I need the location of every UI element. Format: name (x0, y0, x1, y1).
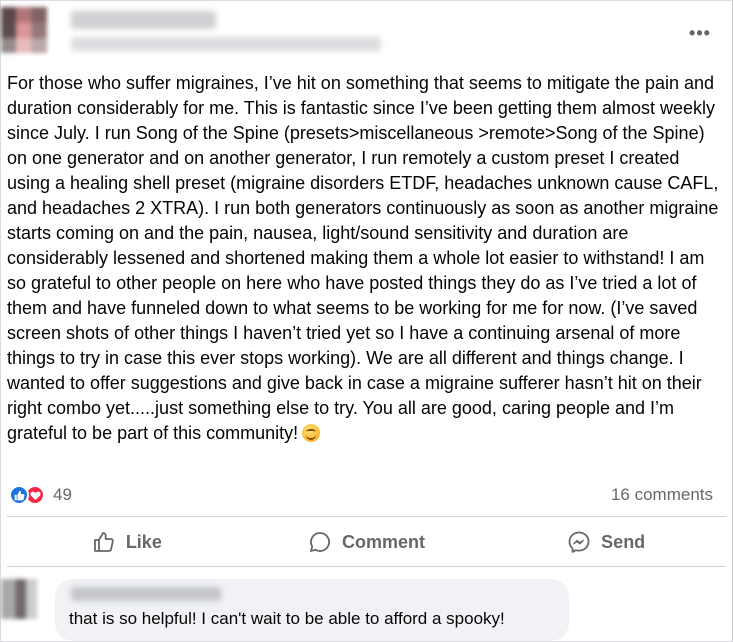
reaction-count: 49 (53, 485, 72, 504)
more-options-button[interactable]: ••• (682, 15, 718, 51)
messenger-icon (568, 531, 590, 553)
comment-text: that is so helpful! I can't wait to be a… (69, 609, 505, 628)
send-label: Send (601, 531, 646, 552)
comment-icon (310, 532, 330, 552)
thumbs-up-icon (93, 532, 114, 552)
commenter-name-redacted[interactable] (71, 587, 221, 601)
divider (7, 516, 726, 517)
post-body: For those who suffer migraines, I’ve hit… (7, 71, 719, 446)
comment-label: Comment (342, 531, 426, 552)
like-label: Like (125, 531, 162, 552)
divider (7, 566, 726, 567)
smiling-face-icon (302, 424, 321, 442)
commenter-avatar[interactable] (1, 579, 37, 619)
action-bar: Like Comment Send (7, 521, 726, 563)
send-button[interactable]: Send (486, 521, 726, 563)
comment-button[interactable]: Comment (247, 521, 487, 563)
author-avatar[interactable] (1, 7, 47, 53)
post-text: For those who suffer migraines, I’ve hit… (7, 73, 719, 443)
comments-count-link[interactable]: 16 comments (611, 485, 713, 505)
author-name-redacted[interactable] (71, 11, 216, 29)
comment-bubble: that is so helpful! I can't wait to be a… (55, 579, 569, 641)
post-card: ••• For those who suffer migraines, I’ve… (0, 0, 733, 642)
post-meta-redacted (71, 37, 381, 51)
like-button[interactable]: Like (7, 521, 247, 563)
reactions-summary[interactable]: 49 (9, 484, 72, 506)
more-icon: ••• (689, 22, 711, 43)
like-icon (9, 485, 29, 505)
